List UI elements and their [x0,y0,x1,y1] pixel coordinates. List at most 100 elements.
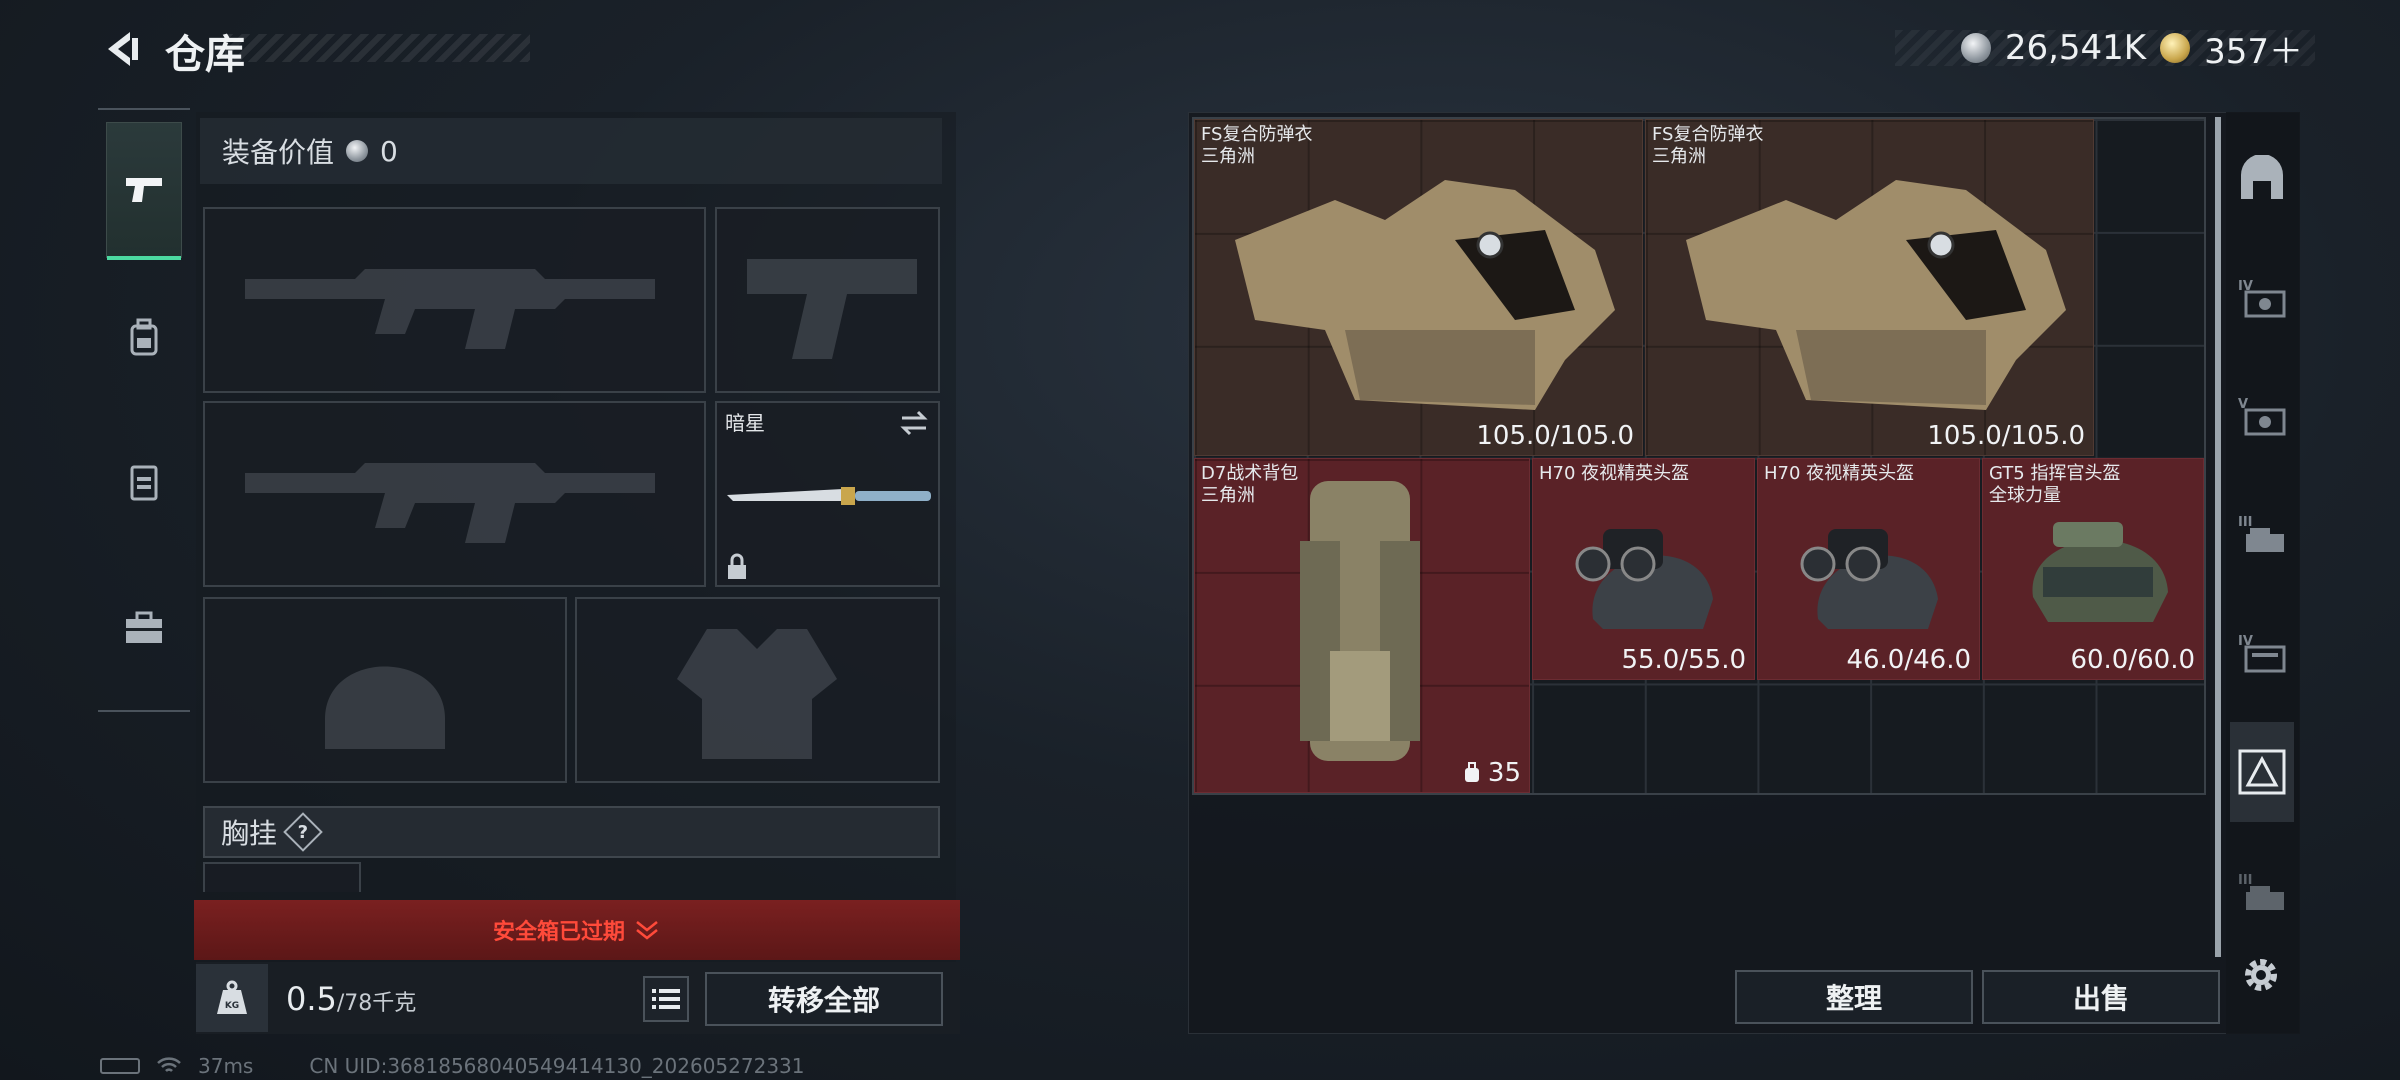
weight-readout: 0.5/78千克 [286,980,416,1018]
weight-current: 0.5 [286,980,337,1018]
stash-item-armor-2[interactable]: FS复合防弹衣 三角洲 105.0/105.0 [1645,119,2094,456]
stash-item-helmet-2[interactable]: H70 夜视精英头盔 46.0/46.0 [1757,458,1980,680]
chevron-down-icon [636,921,658,940]
body-armor-icon [1235,180,1615,410]
sidebar-item-container-iii[interactable]: III [2230,484,2294,584]
container-iii-icon: III [2238,515,2284,552]
item-name: H70 夜视精英头盔 [1539,463,1690,484]
list-icon [652,989,680,1009]
sidebar-item-container-iii-2[interactable]: III [2230,842,2294,942]
sidebar-item-stash-home[interactable] [2230,128,2294,228]
item-name: FS复合防弹衣 三角洲 [1652,124,1764,167]
armor-slot[interactable] [575,597,940,783]
container-tier-label: III [2238,873,2253,888]
tactical-backpack-icon [1300,481,1420,761]
loadout-tabs [98,108,190,712]
safe-box-expired-text: 安全箱已过期 [492,920,625,945]
backpack-icon [130,318,158,356]
equipment-value-label: 装备价值 [222,136,335,169]
item-durability: 105.0/105.0 [1927,421,2085,451]
item-durability: 60.0/60.0 [2070,645,2195,675]
sidearm-slot[interactable] [715,207,940,393]
commander-helmet-icon [2032,522,2168,622]
secondary-weapon-slot[interactable] [203,401,706,587]
rifle-silhouette-icon [245,463,655,543]
container-iii-2-icon: III [2238,873,2284,910]
helmet-silhouette-icon [325,666,445,749]
equipment-value: 0 [380,134,398,168]
tab-weapons[interactable] [106,122,182,260]
stash-item-helmet-3[interactable]: GT5 指挥官头盔 全球力量 60.0/60.0 [1982,458,2204,680]
equipment-value-bar: 装备价值 0 [200,118,942,184]
item-durability: 105.0/105.0 [1476,421,1634,451]
sidebar-item-container-v[interactable]: V [2230,366,2294,466]
gold-coin-icon [2160,33,2191,63]
item-name: GT5 指挥官头盔 全球力量 [1989,463,2121,506]
item-capacity: 35 [1462,758,1521,788]
melee-slot[interactable]: 暗星 [715,401,940,587]
night-vision-helmet-icon [1800,529,1938,629]
tab-vest[interactable] [106,415,182,551]
item-capacity-value: 35 [1487,758,1521,788]
lock-icon [728,553,746,579]
help-label: ? [297,821,309,843]
item-durability: 46.0/46.0 [1846,645,1971,675]
stash-scrollbar-thumb[interactable] [2215,117,2221,957]
primary-weapon-slot[interactable] [203,207,706,393]
silver-currency-value: 26,541K [2004,28,2147,68]
container-iv-2-icon: IV [2238,634,2286,673]
weight-icon-kg-label: KG [225,1001,239,1011]
item-name: FS复合防弹衣 三角洲 [1201,124,1313,167]
ping-value: 37ms [198,1054,254,1078]
stash-item-armor-1[interactable]: FS复合防弹衣 三角洲 105.0/105.0 [1194,119,1643,456]
stash-item-backpack[interactable]: D7战术背包 三角洲 35 [1194,458,1530,793]
container-iv-icon: IV [2238,279,2286,318]
status-bar: 37ms CN UID:36818568040549414130_2026052… [100,1054,805,1078]
delta-stash-icon [2238,749,2286,795]
currency-bar: 26,541K 357＋ [1895,28,2315,72]
safe-box-expired-bar[interactable]: 安全箱已过期 [194,900,960,960]
container-v-icon: V [2238,397,2286,436]
chest-rig-header: 胸挂 ? [203,806,940,858]
tab-briefcase[interactable] [106,560,182,696]
swap-icon[interactable] [898,409,930,437]
knife-name: 暗星 [725,411,765,435]
sidebar-item-delta-stash[interactable] [2230,722,2294,822]
silver-coin-icon [1960,33,1991,63]
rifle-silhouette-icon [245,269,655,349]
sidebar-item-container-iv[interactable]: IV [2230,248,2294,348]
body-armor-icon [1686,180,2066,410]
chest-rig-slot[interactable] [203,862,361,892]
armor-silhouette-icon [677,629,837,759]
uid-text: CN UID:36818568040549414130_202605272331 [309,1054,805,1078]
knife-icon [727,487,931,505]
night-vision-helmet-icon [1575,529,1713,629]
sell-button[interactable]: 出售 [1982,970,2220,1024]
stash-home-icon [2241,155,2283,199]
pistol-silhouette-icon [747,259,917,359]
item-durability: 55.0/55.0 [1621,645,1746,675]
battery-icon [100,1058,140,1074]
title-decoration [225,34,530,62]
list-view-button[interactable] [643,976,689,1022]
tab-backpack[interactable] [106,270,182,406]
capacity-icon [1464,762,1479,782]
back-button[interactable] [96,24,146,74]
silver-coin-icon [346,140,369,162]
settings-button[interactable] [2236,950,2286,1000]
weight-icon-box: KG [196,964,268,1032]
sort-button[interactable]: 整理 [1735,970,1973,1024]
help-button[interactable]: ? [283,812,323,852]
pistol-icon [126,178,162,202]
stash-item-helmet-1[interactable]: H70 夜视精英头盔 55.0/55.0 [1532,458,1755,680]
weight-max: /78千克 [336,991,417,1016]
gold-currency-value[interactable]: 357＋ [2204,24,2303,73]
weight-icon: KG [217,980,247,1014]
transfer-all-button[interactable]: 转移全部 [705,972,943,1026]
back-arrow-icon [108,32,138,66]
helmet-slot[interactable] [203,597,567,783]
sidebar-item-container-iv-2[interactable]: IV [2230,603,2294,703]
briefcase-icon [126,611,162,643]
item-name: H70 夜视精英头盔 [1764,463,1915,484]
vest-icon [130,465,158,501]
